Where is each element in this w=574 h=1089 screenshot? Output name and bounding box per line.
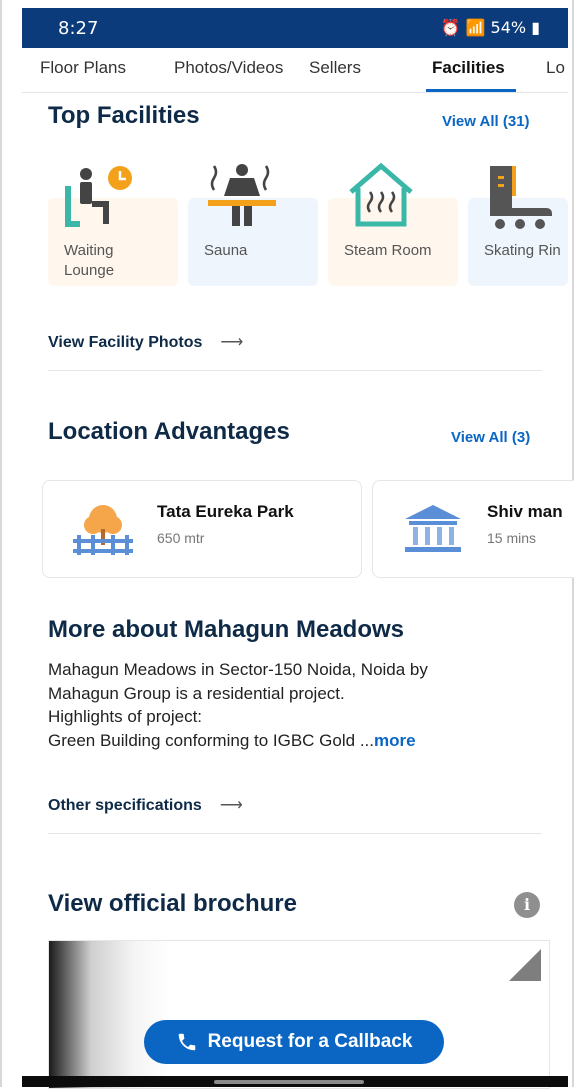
- home-gesture-handle[interactable]: [214, 1080, 364, 1084]
- tab-facilities[interactable]: Facilities: [432, 58, 505, 78]
- battery-icon: ▮: [531, 18, 540, 37]
- about-title: More about Mahagun Meadows: [48, 616, 405, 643]
- location-distance: 15 mins: [487, 530, 537, 546]
- location-card-tata-eureka-park[interactable]: Tata Eureka Park 650 mtr: [42, 480, 362, 578]
- tab-active-indicator: [426, 89, 516, 92]
- about-line-text: Green Building conforming to IGBC Gold .…: [48, 730, 374, 750]
- park-icon: [73, 505, 133, 555]
- page-curl-icon: [509, 949, 541, 981]
- brochure-preview[interactable]: [48, 940, 550, 1089]
- location-advantages-title: Location Advantages: [48, 418, 290, 445]
- location-name: Shiv man: [487, 502, 563, 521]
- skating-rink-icon: [490, 166, 552, 229]
- view-facility-photos-label: View Facility Photos: [48, 334, 203, 351]
- facility-label-waiting-lounge: Waiting Lounge: [64, 242, 115, 279]
- status-icons: ⏰ 📶 54% ▮: [441, 18, 541, 37]
- arrow-right-icon: ⟶: [220, 334, 244, 351]
- location-distance: 650 mtr: [157, 530, 205, 546]
- location-view-all-link[interactable]: View All (3): [451, 429, 530, 446]
- location-name: Tata Eureka Park: [157, 502, 294, 521]
- divider: [48, 833, 542, 834]
- sauna-icon: [208, 164, 276, 226]
- request-callback-label: Request for a Callback: [207, 1031, 413, 1052]
- temple-icon: [405, 505, 461, 552]
- other-specifications-label: Other specifications: [48, 797, 202, 814]
- view-facility-photos-link[interactable]: View Facility Photos ⟶: [48, 332, 243, 352]
- other-specifications-link[interactable]: Other specifications ⟶: [48, 795, 243, 815]
- tab-location[interactable]: Lo: [546, 58, 565, 78]
- request-callback-button[interactable]: Request for a Callback: [144, 1020, 444, 1064]
- waiting-lounge-icon: [65, 166, 132, 227]
- info-icon[interactable]: i: [514, 892, 540, 918]
- phone-icon: [178, 1033, 195, 1051]
- tab-floor-plans[interactable]: Floor Plans: [40, 58, 126, 78]
- about-line: Green Building conforming to IGBC Gold .…: [48, 729, 548, 753]
- steam-room-icon: [349, 162, 413, 227]
- facilities-view-all-link[interactable]: View All (31): [442, 113, 530, 130]
- facility-label-sauna: Sauna: [204, 242, 248, 259]
- about-description: Mahagun Meadows in Sector-150 Noida, Noi…: [48, 658, 548, 752]
- about-line: Mahagun Meadows in Sector-150 Noida, Noi…: [48, 660, 428, 679]
- facility-label-skating-rink: Skating Rin: [484, 242, 561, 259]
- tab-photos-videos[interactable]: Photos/Videos: [174, 58, 283, 78]
- section-tabs: Floor Plans Photos/Videos Sellers Facili…: [22, 48, 568, 93]
- arrow-right-icon: ⟶: [219, 797, 243, 814]
- top-facilities-title: Top Facilities: [48, 102, 200, 129]
- brochure-page-shadow: [49, 941, 169, 1088]
- facility-label-steam-room: Steam Room: [344, 242, 432, 259]
- alarm-icon: ⏰: [440, 18, 461, 37]
- divider: [48, 370, 542, 371]
- tab-sellers[interactable]: Sellers: [309, 58, 361, 78]
- brochure-title: View official brochure: [48, 890, 297, 917]
- wifi-icon: 📶: [465, 18, 486, 37]
- location-card-shiv-mandir[interactable]: Shiv man 15 mins: [372, 480, 574, 578]
- status-time: 8:27: [58, 18, 99, 39]
- battery-percent: 54%: [490, 18, 527, 37]
- read-more-link[interactable]: more: [374, 731, 416, 750]
- about-line: Highlights of project:: [48, 707, 203, 726]
- status-bar: 8:27 ⏰ 📶 54% ▮: [22, 8, 568, 48]
- about-line: Mahagun Group is a residential project.: [48, 683, 345, 703]
